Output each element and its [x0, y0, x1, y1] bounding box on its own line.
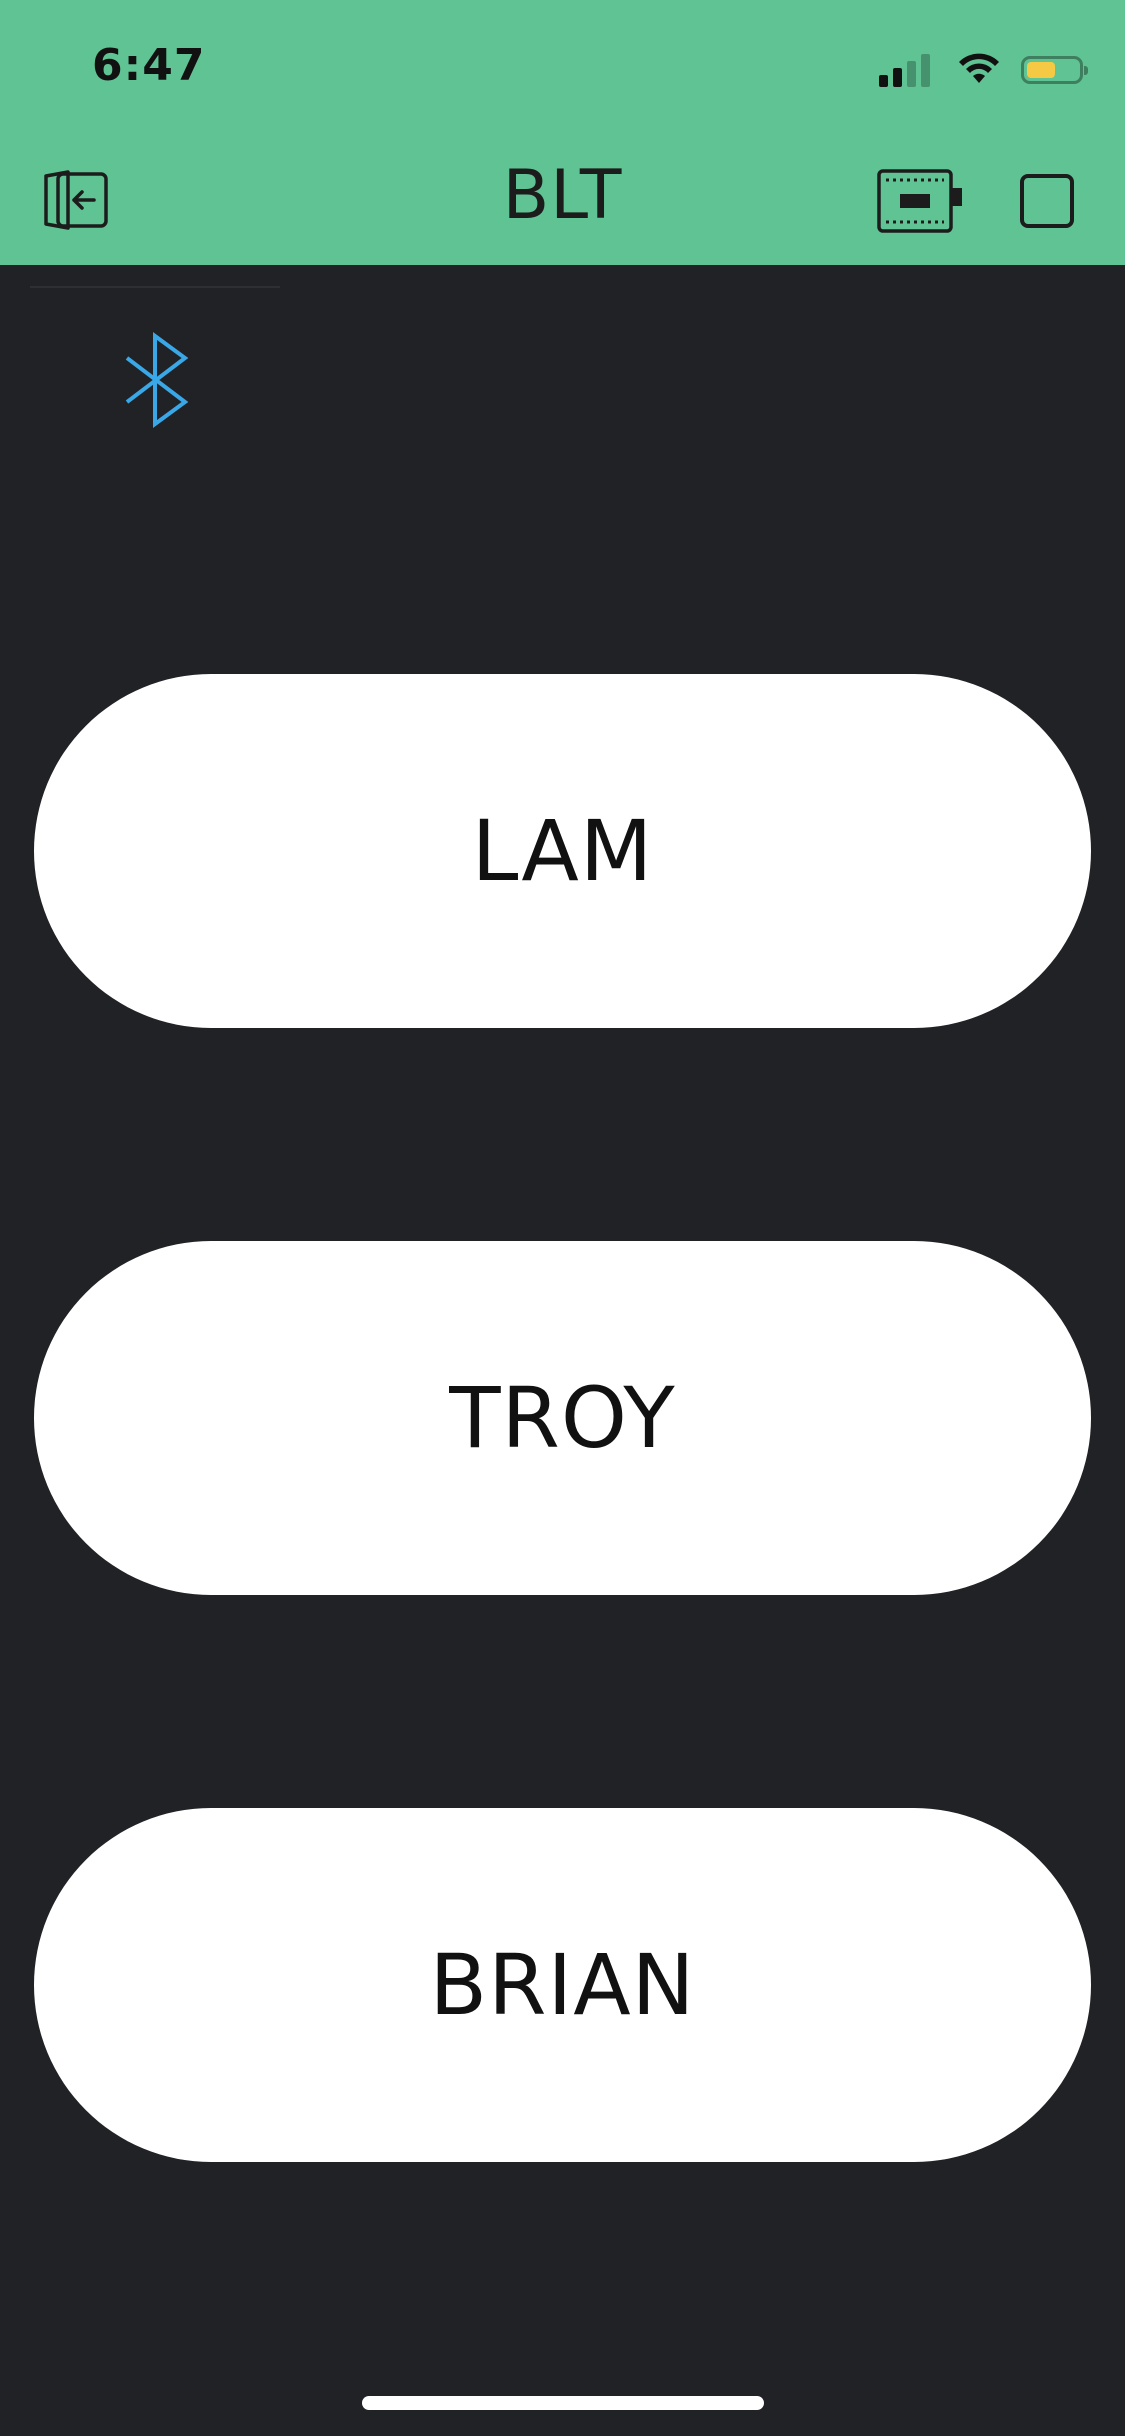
- header-bar: 6:47 BLT: [0, 0, 1125, 265]
- home-indicator[interactable]: [362, 2396, 764, 2410]
- cellular-signal-icon: [879, 53, 935, 87]
- battery-icon: [1021, 56, 1088, 84]
- button-troy[interactable]: TROY: [34, 1241, 1091, 1595]
- bluetooth-widget[interactable]: [30, 286, 280, 456]
- battery-level: [1027, 62, 1055, 78]
- divider: [30, 286, 280, 288]
- app-screen: 6:47 BLT LAM TROY BRIAN: [0, 0, 1125, 2436]
- wifi-icon: [959, 53, 999, 83]
- stop-square-icon[interactable]: [1020, 174, 1074, 228]
- button-lam[interactable]: LAM: [34, 674, 1091, 1028]
- status-icons: [879, 50, 1088, 90]
- bluetooth-icon: [125, 332, 189, 428]
- status-time: 6:47: [92, 40, 206, 91]
- device-board-icon[interactable]: [876, 168, 964, 234]
- button-brian[interactable]: BRIAN: [34, 1808, 1091, 2162]
